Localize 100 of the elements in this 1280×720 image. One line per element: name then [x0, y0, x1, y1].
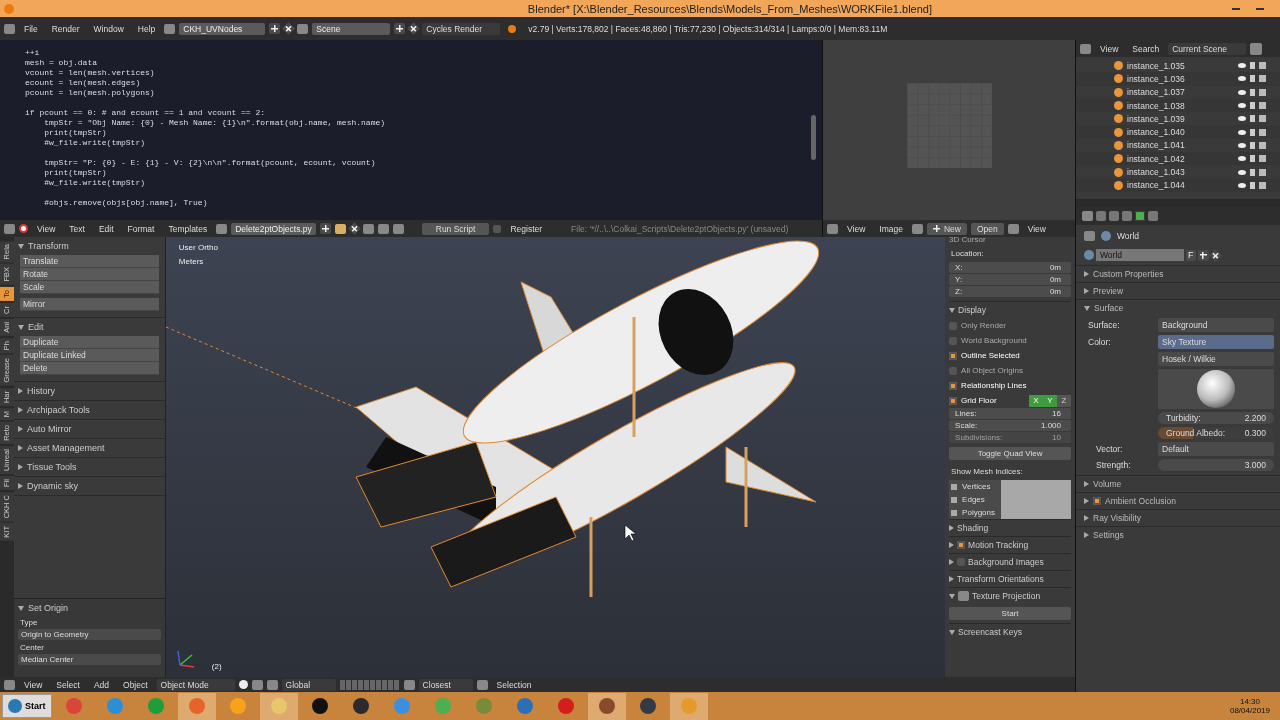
expand-arrow-icon[interactable] [18, 605, 24, 611]
panel-checkbox[interactable] [957, 541, 966, 549]
panel-title[interactable]: Motion Tracking [968, 540, 1029, 550]
tool-button[interactable]: Rotate [20, 268, 159, 281]
number-field[interactable]: Scale: 1.000 [949, 420, 1071, 431]
menu-item[interactable]: View [32, 223, 61, 234]
minimize-icon[interactable] [1232, 7, 1240, 10]
panel-title[interactable]: Ambient Occlusion [1105, 496, 1176, 506]
mesh-index-toggle[interactable]: Polygons [949, 506, 1002, 519]
taskbar-app-button[interactable] [587, 692, 626, 720]
option-checkbox[interactable] [949, 336, 958, 345]
close-icon[interactable] [1208, 248, 1222, 262]
panel-title[interactable]: Surface [1094, 303, 1124, 313]
menu-item[interactable]: Window [88, 23, 129, 34]
panel-title[interactable]: Auto Mirror [27, 424, 72, 434]
menu-item[interactable]: File [19, 23, 43, 34]
object-name[interactable]: instance_1.043 [1127, 167, 1222, 177]
expand-arrow-icon[interactable] [18, 388, 23, 394]
panel-title[interactable]: Shading [957, 523, 989, 533]
lifebuoy-icon[interactable] [19, 224, 28, 233]
file-name-field[interactable]: Delete2ptObjects.py [231, 222, 316, 235]
expand-arrow-icon[interactable] [949, 307, 956, 313]
panel-title[interactable]: Screencast Keys [958, 627, 1022, 637]
menu-item[interactable]: Object [118, 679, 153, 690]
option-checkbox[interactable] [949, 381, 958, 390]
expand-arrow-icon[interactable] [1084, 515, 1089, 521]
panel-title[interactable]: Preview [1093, 286, 1124, 296]
panel-title[interactable]: Texture Projection [972, 591, 1041, 601]
panel-checkbox[interactable] [1093, 497, 1101, 505]
orientation-dropdown[interactable]: Global [281, 678, 336, 691]
expand-arrow-icon[interactable] [18, 243, 24, 249]
add-icon[interactable] [319, 223, 331, 234]
surface-dropdown[interactable]: Background [1158, 318, 1274, 332]
color-dropdown[interactable]: Sky Texture [1158, 335, 1274, 349]
clock-time[interactable]: 14:30 [1239, 697, 1260, 706]
index-toggle[interactable] [1001, 480, 1071, 493]
expand-arrow-icon[interactable] [1084, 481, 1089, 487]
expand-arrow-icon[interactable] [18, 483, 23, 489]
location-field[interactable]: Z: 0m [949, 286, 1071, 297]
properties-tab[interactable] [1135, 211, 1145, 221]
expand-arrow-icon[interactable] [18, 324, 24, 330]
fake-user-button[interactable]: F [1186, 249, 1196, 261]
clock-date[interactable]: 08/04/2019 [1229, 706, 1270, 715]
screen-layout-field[interactable]: CKH_UVNodes [179, 22, 266, 35]
panel-title[interactable]: Display [958, 305, 986, 315]
tool-button[interactable]: Duplicate [20, 336, 159, 349]
viewport-background[interactable]: User Ortho Meters (2) [165, 237, 946, 677]
axis-toggle[interactable]: X [1029, 394, 1043, 407]
center-dropdown[interactable]: Median Center [18, 654, 161, 665]
object-name[interactable]: instance_1.035 [1127, 60, 1222, 71]
world-name-field[interactable]: World [1096, 249, 1184, 261]
panel-title[interactable]: Dynamic sky [27, 481, 78, 491]
option-checkbox[interactable] [949, 321, 958, 330]
menu-item[interactable]: Help [132, 23, 161, 34]
panel-title[interactable]: Background Images [968, 557, 1044, 567]
expand-arrow-icon[interactable] [18, 464, 23, 470]
axis-toggle[interactable]: Z [1057, 394, 1071, 407]
panel-title[interactable]: Archipack Tools [27, 405, 90, 415]
run-script-button[interactable]: Run Script [421, 222, 490, 235]
expand-arrow-icon[interactable] [18, 426, 23, 432]
panel-title[interactable]: Tissue Tools [27, 462, 77, 472]
start-button[interactable]: Start [2, 694, 52, 718]
mesh-index-toggle[interactable]: Edges [949, 493, 1002, 506]
expand-arrow-icon[interactable] [18, 445, 23, 451]
menu-item[interactable]: View [1095, 43, 1124, 54]
open-image-button[interactable]: Open [970, 222, 1004, 235]
panel-title[interactable]: Asset Management [27, 443, 105, 453]
scene-field[interactable]: Scene [312, 22, 391, 35]
close-icon[interactable] [282, 22, 296, 35]
mesh-index-toggle[interactable]: Vertices [949, 480, 1002, 493]
new-image-button[interactable]: New [926, 222, 967, 235]
view-menu[interactable]: View [1022, 223, 1051, 234]
spaceship-drawing[interactable] [355, 240, 819, 597]
panel-title[interactable]: Transform [28, 241, 69, 251]
close-icon[interactable] [407, 22, 421, 35]
panel-checkbox[interactable] [957, 558, 966, 566]
panel-title[interactable]: Custom Properties [1093, 269, 1164, 279]
panel-title[interactable]: 3D Cursor [949, 237, 1071, 245]
toggle-quad-view-button[interactable]: Toggle Quad View [949, 447, 1071, 460]
expand-arrow-icon[interactable] [949, 525, 955, 531]
location-field[interactable]: X: 0m [949, 262, 1071, 273]
maximize-icon[interactable] [1256, 7, 1264, 10]
option-checkbox[interactable] [949, 366, 958, 375]
location-field[interactable]: Y: 0m [949, 274, 1071, 285]
shading-icon[interactable] [238, 680, 248, 689]
menu-item[interactable]: View [19, 679, 48, 690]
tool-button[interactable]: Duplicate Linked [20, 349, 159, 362]
tool-button[interactable]: Mirror [20, 298, 159, 311]
object-name[interactable]: instance_1.041 [1127, 140, 1222, 151]
snap-target-dropdown[interactable]: Closest [418, 678, 473, 691]
folder-icon[interactable] [334, 223, 346, 234]
expand-arrow-icon[interactable] [1084, 305, 1090, 311]
sky-type-dropdown[interactable]: Hosek / Wilkie [1158, 352, 1274, 366]
object-name[interactable]: instance_1.037 [1127, 87, 1222, 98]
expand-arrow-icon[interactable] [1084, 271, 1089, 277]
menu-item[interactable]: Add [88, 679, 115, 690]
type-dropdown[interactable]: Origin to Geometry [18, 629, 161, 640]
menu-item[interactable]: View [842, 223, 871, 234]
menu-item[interactable]: Format [122, 223, 160, 234]
panel-title[interactable]: Settings [1093, 530, 1124, 540]
